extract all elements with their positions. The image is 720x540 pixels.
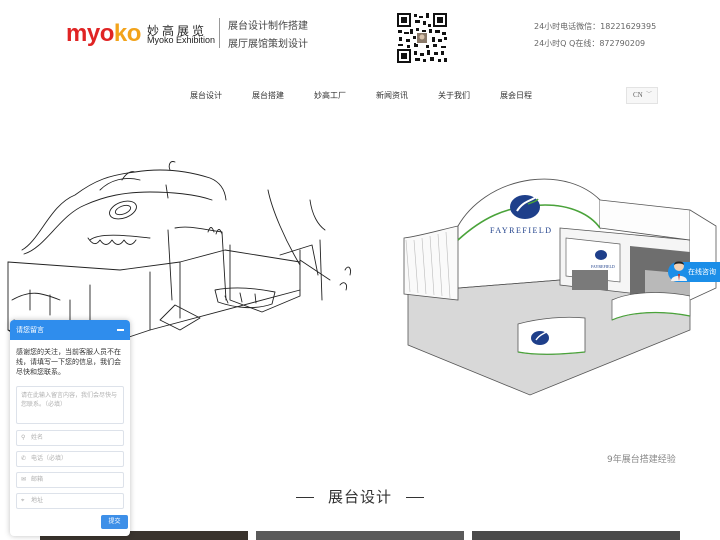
chevron-down-icon: ﹀ xyxy=(645,92,652,98)
user-icon: ⚲ xyxy=(21,434,26,441)
online-consult-button[interactable]: 在线咨询 xyxy=(668,261,720,282)
chat-message: 感谢您的关注，当前客服人员不在线，请填写一下您的信息，我们会尽快和您联系。 xyxy=(16,348,121,376)
location-icon: ⌖ xyxy=(21,497,25,504)
nav-item-about[interactable]: 关于我们 xyxy=(438,90,470,101)
language-selector[interactable]: CN ﹀ xyxy=(626,87,658,104)
logo-divider xyxy=(219,18,220,48)
nav-item-schedule[interactable]: 展会日程 xyxy=(500,90,532,101)
nav-item-booth-building[interactable]: 展台搭建 xyxy=(252,90,284,101)
minimize-icon[interactable] xyxy=(117,329,124,331)
logo-text-orange: ko xyxy=(113,20,142,47)
name-field[interactable]: ⚲ 姓名 xyxy=(16,430,124,446)
email-field[interactable]: ✉ 邮箱 xyxy=(16,472,124,488)
brand-name-en: Myoko Exhibition xyxy=(147,35,216,45)
language-label: CN xyxy=(633,91,643,99)
email-placeholder: 邮箱 xyxy=(31,476,44,483)
chat-header[interactable]: 请您留言 xyxy=(10,320,130,340)
svg-text:FAYREFIELD: FAYREFIELD xyxy=(591,264,615,269)
online-consult-label: 在线咨询 xyxy=(688,268,716,276)
main-nav: 展台设计 展台搭建 妙高工厂 新闻资讯 关于我们 展会日程 xyxy=(0,90,720,104)
nav-item-booth-design[interactable]: 展台设计 xyxy=(190,90,222,101)
chat-title: 请您留言 xyxy=(16,326,44,334)
agent-avatar-icon xyxy=(671,261,687,281)
submit-button[interactable]: 提交 xyxy=(101,515,128,529)
name-placeholder: 姓名 xyxy=(31,434,44,441)
booth-render: FAYREFIELD FAYREFIELD xyxy=(403,178,717,396)
qr-code xyxy=(396,12,448,64)
logo[interactable]: myoko xyxy=(66,20,141,48)
phone-field[interactable]: ✆ 电话（必填） xyxy=(16,451,124,467)
address-placeholder: 地址 xyxy=(31,497,44,504)
booth-brand-text: FAYREFIELD xyxy=(490,226,553,235)
section-title-text: 展台设计 xyxy=(327,488,392,506)
slogan-line-1: 展台设计制作搭建 xyxy=(228,21,308,32)
title-dash-left xyxy=(295,497,314,498)
contact-phone: 24小时电话微信：18221629395 xyxy=(534,22,657,31)
message-textarea[interactable]: 请在此输入留言内容，我们会尽快与您联系。（必填） xyxy=(16,386,124,424)
chat-widget: 请您留言 感谢您的关注，当前客服人员不在线，请填写一下您的信息，我们会尽快和您联… xyxy=(10,320,130,536)
nav-item-factory[interactable]: 妙高工厂 xyxy=(314,90,346,101)
address-field[interactable]: ⌖ 地址 xyxy=(16,493,124,509)
phone-placeholder: 电话（必填） xyxy=(31,455,68,462)
banner-caption: 9年展台搭建经验 xyxy=(607,455,676,465)
gallery-thumb[interactable] xyxy=(256,531,464,540)
nav-item-news[interactable]: 新闻资讯 xyxy=(376,90,408,101)
contact-qq: 24小时Q Q在线：872790209 xyxy=(534,39,646,48)
logo-text-red: myo xyxy=(66,20,114,47)
phone-icon: ✆ xyxy=(21,455,27,462)
title-dash-right xyxy=(406,497,424,498)
mail-icon: ✉ xyxy=(21,476,27,483)
gallery-thumb[interactable] xyxy=(472,531,680,540)
slogan-line-2: 展厅展馆策划设计 xyxy=(228,39,308,50)
